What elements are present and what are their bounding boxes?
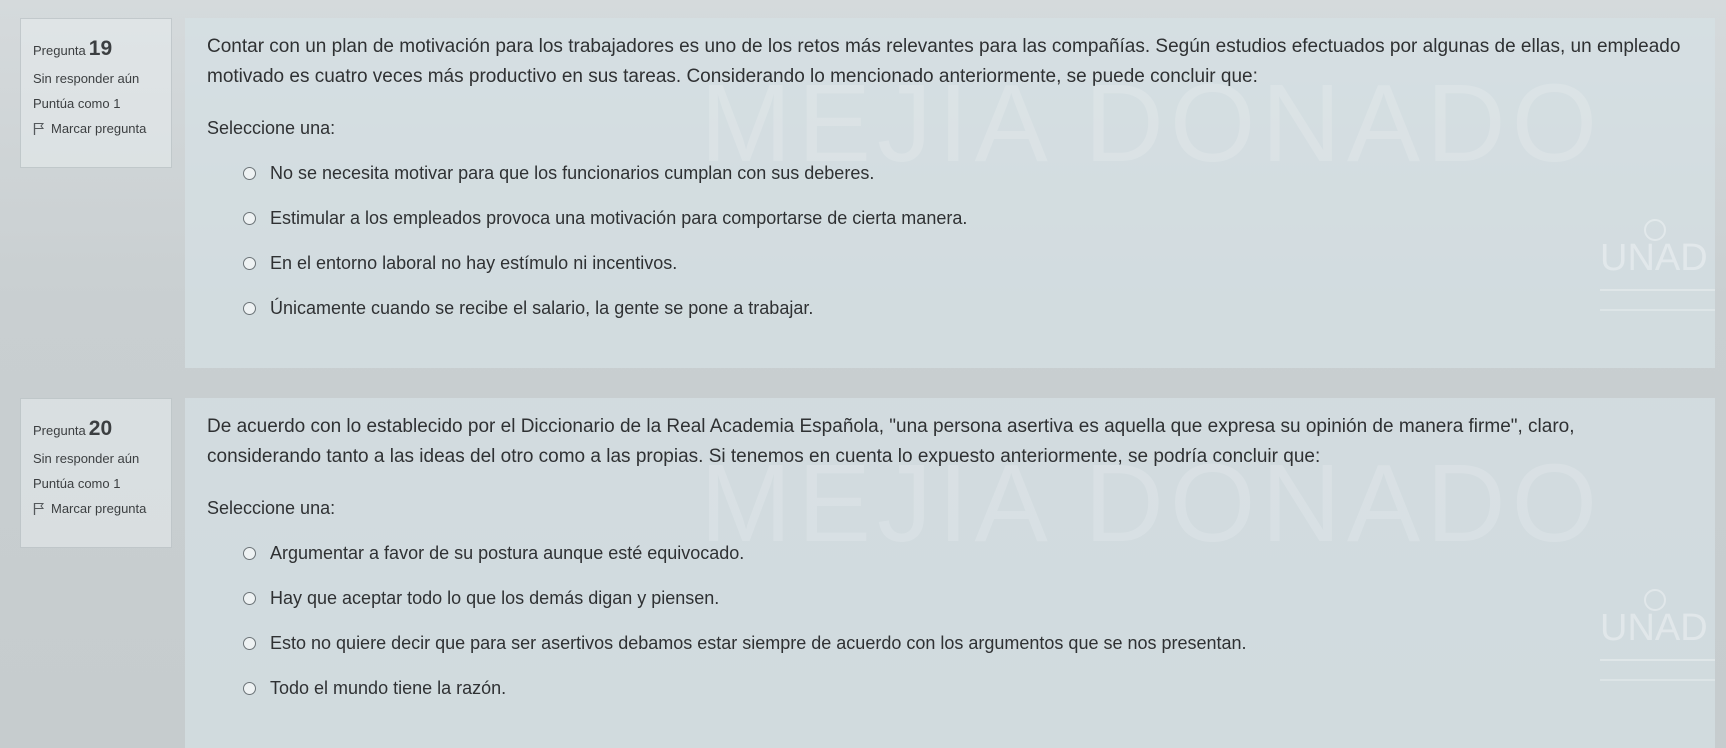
question-score: Puntúa como 1	[33, 476, 121, 491]
flag-icon	[33, 122, 45, 135]
answer-option[interactable]: Únicamente cuando se recibe el salario, …	[243, 286, 1693, 331]
answer-option[interactable]: Todo el mundo tiene la razón.	[243, 666, 1693, 711]
question-number: Pregunta 20	[33, 417, 113, 440]
answer-option[interactable]: Hay que aceptar todo lo que los demás di…	[243, 576, 1693, 621]
flag-icon	[33, 502, 45, 515]
question-info-panel: Pregunta 19 Sin responder aún Puntúa como…	[20, 18, 172, 168]
flag-question-button[interactable]: Marcar pregunta	[33, 501, 171, 516]
answer-option[interactable]: Argumentar a favor de su postura aunque …	[243, 531, 1693, 576]
answer-option[interactable]: En el entorno laboral no hay estímulo ni…	[243, 241, 1693, 286]
radio-button[interactable]	[243, 257, 256, 270]
flag-label: Marcar pregunta	[51, 501, 147, 516]
answer-list: No se necesita motivar para que los func…	[207, 151, 1693, 331]
answer-option[interactable]: Esto no quiere decir que para ser aserti…	[243, 621, 1693, 666]
answer-option[interactable]: No se necesita motivar para que los func…	[243, 151, 1693, 196]
question-content: De acuerdo con lo establecido por el Dic…	[185, 398, 1715, 748]
question-number: Pregunta 19	[33, 37, 113, 60]
question-info-panel: Pregunta 20 Sin responder aún Puntúa como…	[20, 398, 172, 548]
question-text: De acuerdo con lo establecido por el Dic…	[207, 416, 1575, 467]
question-status: Sin responder aún	[33, 71, 140, 86]
answer-option[interactable]: Estimular a los empleados provoca una mo…	[243, 196, 1693, 241]
radio-button[interactable]	[243, 682, 256, 695]
question-content: Contar con un plan de motivación para lo…	[185, 18, 1715, 368]
quiz-page: Pregunta 19 Sin responder aún Puntúa como…	[0, 0, 1726, 748]
radio-button[interactable]	[243, 302, 256, 315]
question-score: Puntúa como 1	[33, 96, 121, 111]
question-text: Contar con un plan de motivación para lo…	[207, 36, 1681, 87]
flag-label: Marcar pregunta	[51, 121, 147, 136]
radio-button[interactable]	[243, 592, 256, 605]
select-one-prompt: Seleccione una:	[207, 498, 336, 518]
question-19: Pregunta 19 Sin responder aún Puntúa como…	[0, 18, 1726, 368]
question-status: Sin responder aún	[33, 451, 140, 466]
radio-button[interactable]	[243, 212, 256, 225]
flag-question-button[interactable]: Marcar pregunta	[33, 121, 171, 136]
radio-button[interactable]	[243, 167, 256, 180]
radio-button[interactable]	[243, 637, 256, 650]
question-20: Pregunta 20 Sin responder aún Puntúa como…	[0, 398, 1726, 748]
radio-button[interactable]	[243, 547, 256, 560]
answer-list: Argumentar a favor de su postura aunque …	[207, 531, 1693, 711]
select-one-prompt: Seleccione una:	[207, 118, 336, 138]
